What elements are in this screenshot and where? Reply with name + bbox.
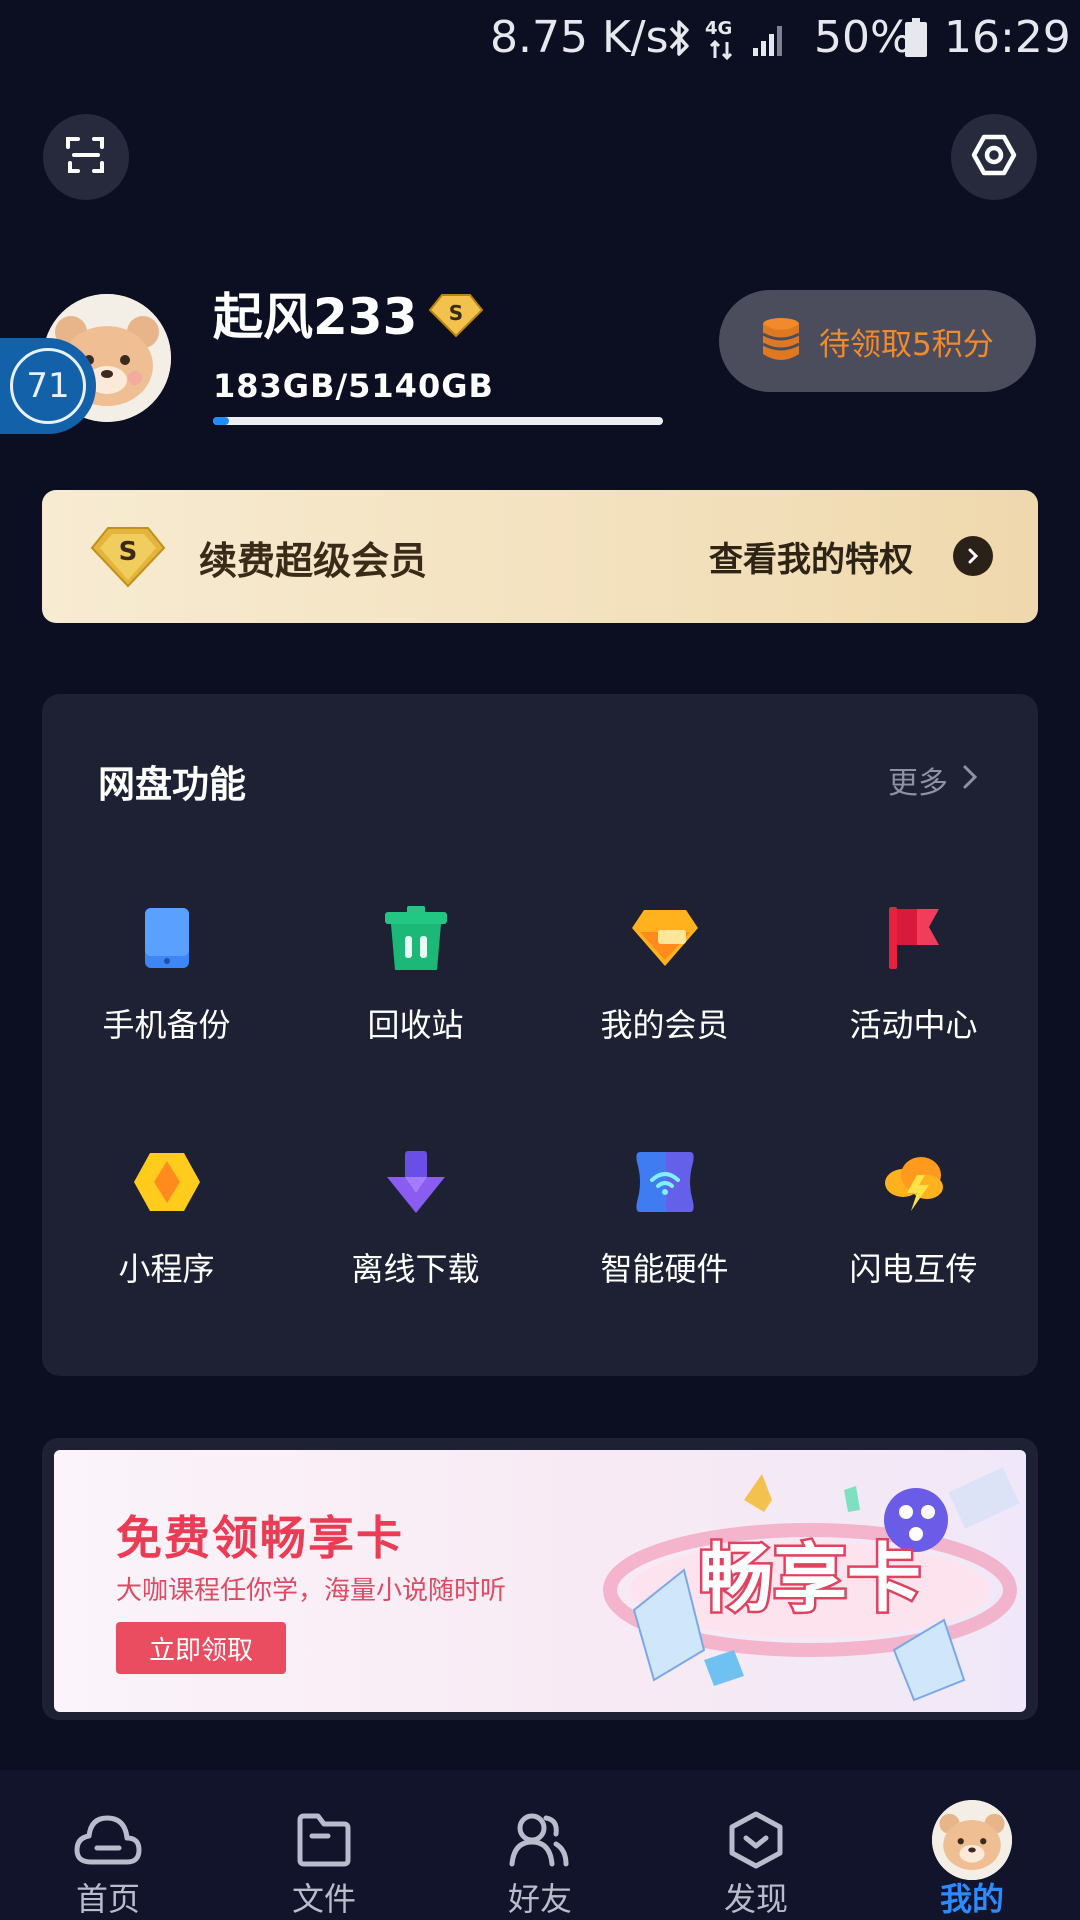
vip-privileges-link[interactable]: 查看我的特权 [709,532,913,581]
smart-hardware-icon [625,1142,705,1222]
svip-badge[interactable]: S [428,292,484,342]
promo-banner-frame: 免费领畅享卡 大咖课程任你学，海量小说随时听 立即领取 畅享卡 [42,1438,1038,1720]
pass-card-art-text: 畅享卡 [699,1536,921,1622]
phone-backup-icon [127,898,207,978]
battery-icon [904,18,928,62]
chevron-right-icon [953,536,993,576]
nav-discover[interactable]: 发现 [648,1770,864,1920]
download-icon [376,1142,456,1222]
level-number: 71 [10,348,86,424]
nav-me[interactable]: 我的 [864,1770,1080,1920]
status-icons: 4G [667,18,787,62]
diamond-icon [625,898,705,978]
feature-label: 闪电互传 [849,1250,978,1288]
nav-label: 发现 [723,1880,788,1918]
trash-icon [376,898,456,978]
chevron-right-icon [962,763,978,798]
disk-features-panel: 网盘功能 更多 手机备份 回收站 我的会员 活动中心 小程序 离线下载 智能硬件… [42,694,1038,1376]
feature-smart-hardware[interactable]: 智能硬件 [540,1142,789,1290]
feature-label: 我的会员 [600,1006,729,1044]
battery-percent: 50% [814,12,912,63]
feature-my-membership[interactable]: 我的会员 [540,898,789,1046]
settings-icon [970,131,1018,183]
scan-icon [64,133,108,181]
feature-label: 智能硬件 [600,1250,729,1288]
promo-banner[interactable]: 免费领畅享卡 大咖课程任你学，海量小说随时听 立即领取 畅享卡 [54,1450,1026,1712]
nav-label: 首页 [75,1880,140,1918]
bottom-navigation: 首页 文件 好友 发现 我的 [0,1770,1080,1920]
nav-friends[interactable]: 好友 [432,1770,648,1920]
settings-button[interactable] [951,114,1037,200]
status-bar: 8.75 K/s 4G 50% 16:29 [0,0,1080,80]
vip-renew-banner[interactable]: S 续费超级会员 查看我的特权 [42,490,1038,623]
promo-title: 免费领畅享卡 [116,1511,404,1565]
lightning-transfer-icon [874,1142,954,1222]
feature-label: 活动中心 [849,1006,978,1044]
feature-lightning-transfer[interactable]: 闪电互传 [789,1142,1038,1290]
nav-files[interactable]: 文件 [216,1770,432,1920]
feature-mini-program[interactable]: 小程序 [42,1142,291,1290]
coins-icon [761,316,801,366]
svip-diamond-letter: S [119,537,138,567]
level-badge[interactable]: 71 [0,338,96,434]
avatar-icon [932,1800,1012,1880]
signal-icon [751,22,787,62]
net-speed: 8.75 K/s [490,12,669,63]
feature-label: 回收站 [367,1006,464,1044]
promo-subtitle: 大咖课程任你学，海量小说随时听 [116,1576,507,1606]
points-label: 待领取5积分 [819,326,994,363]
svip-badge-letter: S [449,301,463,325]
discover-icon [716,1800,796,1880]
feature-recycle-bin[interactable]: 回收站 [291,898,540,1046]
more-label: 更多 [888,766,948,801]
feature-activity-center[interactable]: 活动中心 [789,898,1038,1046]
folder-icon [284,1800,364,1880]
cloud-icon [68,1800,148,1880]
feature-label: 小程序 [118,1250,215,1288]
friends-icon [500,1800,580,1880]
feature-phone-backup[interactable]: 手机备份 [42,898,291,1046]
bluetooth-icon [667,18,693,62]
nav-label: 文件 [291,1880,356,1918]
vip-banner-title: 续费超级会员 [199,539,428,583]
feature-offline-download[interactable]: 离线下载 [291,1142,540,1290]
svip-diamond-icon: S [90,524,166,592]
mini-program-icon [127,1142,207,1222]
storage-progress-fill [213,417,230,425]
more-link[interactable]: 更多 [888,758,978,802]
feature-label: 离线下载 [351,1250,480,1288]
points-button[interactable]: 待领取5积分 [719,290,1036,392]
nav-home[interactable]: 首页 [0,1770,216,1920]
clock: 16:29 [944,12,1071,63]
panel-title: 网盘功能 [98,763,246,806]
flag-icon [874,898,954,978]
storage-progress-bar [213,417,663,425]
nav-label: 好友 [507,1880,572,1918]
nav-label-active: 我的 [939,1880,1004,1918]
claim-button[interactable]: 立即领取 [116,1622,286,1674]
network-type: 4G [705,18,739,62]
storage-usage-text: 183GB/5140GB [213,367,494,405]
username: 起风233 [213,288,418,346]
feature-label: 手机备份 [102,1006,231,1044]
pass-card-illustration: 畅享卡 [603,1467,1020,1702]
scan-button[interactable] [43,114,129,200]
